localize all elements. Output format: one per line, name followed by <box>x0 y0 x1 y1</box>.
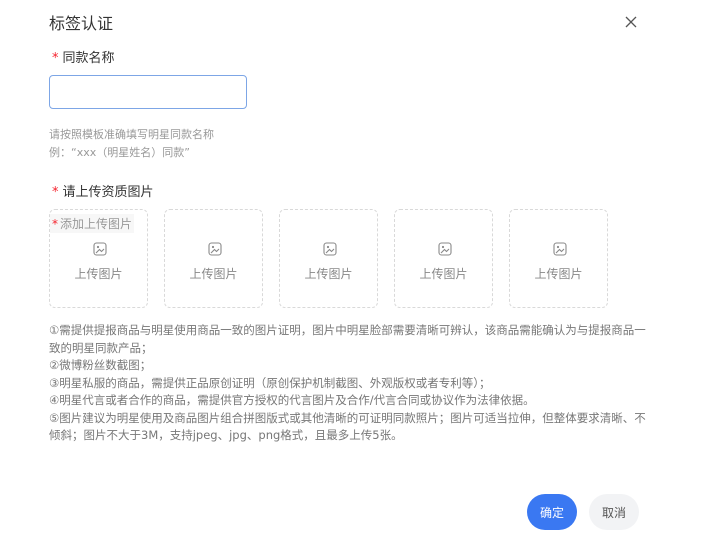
image-icon <box>93 242 107 256</box>
image-icon <box>553 242 567 256</box>
upload-box-label: 上传图片 <box>304 267 353 281</box>
upload-box-label: 上传图片 <box>419 267 468 281</box>
same-name-label-text: 同款名称 <box>62 51 115 66</box>
upload-label-text: 请上传资质图片 <box>62 185 154 200</box>
add-upload-tag: * 添加上传图片 <box>50 214 135 233</box>
required-mark: * <box>52 51 59 66</box>
close-icon[interactable] <box>621 12 641 32</box>
upload-box-5[interactable]: 上传图片 <box>509 209 608 308</box>
required-mark: * <box>52 185 59 200</box>
upload-label: * 请上传资质图片 <box>52 181 154 200</box>
upload-box-label: 上传图片 <box>534 267 583 281</box>
cancel-button[interactable]: 取消 <box>589 494 639 530</box>
rule-item: ②微博粉丝数截图； <box>49 358 152 372</box>
same-name-input[interactable] <box>49 75 247 109</box>
same-name-hint-2: 例：“xxx（明星姓名）同款” <box>49 146 190 159</box>
image-icon <box>438 242 452 256</box>
image-icon <box>323 242 337 256</box>
confirm-button[interactable]: 确定 <box>527 494 577 530</box>
required-mark: * <box>52 217 58 231</box>
rule-item: ③明星私服的商品，需提供正品原创证明（原创保护机制截图、外观版权或者专利等）； <box>49 375 491 390</box>
image-icon <box>208 242 222 256</box>
upload-box-label: 上传图片 <box>189 267 238 281</box>
upload-box-2[interactable]: 上传图片 <box>164 209 263 308</box>
same-name-hint-1: 请按照模板准确填写明星同款名称 <box>49 128 214 141</box>
dialog-title: 标签认证 <box>49 14 114 33</box>
same-name-label: * 同款名称 <box>52 47 115 66</box>
upload-box-3[interactable]: 上传图片 <box>279 209 378 308</box>
upload-rules: ①需提供提报商品与明星使用商品一致的图片证明，图片中明星脸部需要清晰可辨认，该商… <box>49 322 649 445</box>
upload-box-1[interactable]: * 添加上传图片 上传图片 <box>49 209 148 308</box>
upload-box-label: 上传图片 <box>74 267 123 281</box>
rule-item: ①需提供提报商品与明星使用商品一致的图片证明，图片中明星脸部需要清晰可辨认，该商… <box>49 323 646 355</box>
rule-item: ⑤图片建议为明星使用及商品图片组合拼图版式或其他清晰的可证明同款照片；图片可适当… <box>49 410 646 443</box>
add-upload-tag-text: 添加上传图片 <box>60 217 133 231</box>
upload-box-4[interactable]: 上传图片 <box>394 209 493 308</box>
rule-item: ④明星代言或者合作的商品，需提供官方授权的代言图片及合作/代言合同或协议作为法律… <box>49 393 535 407</box>
